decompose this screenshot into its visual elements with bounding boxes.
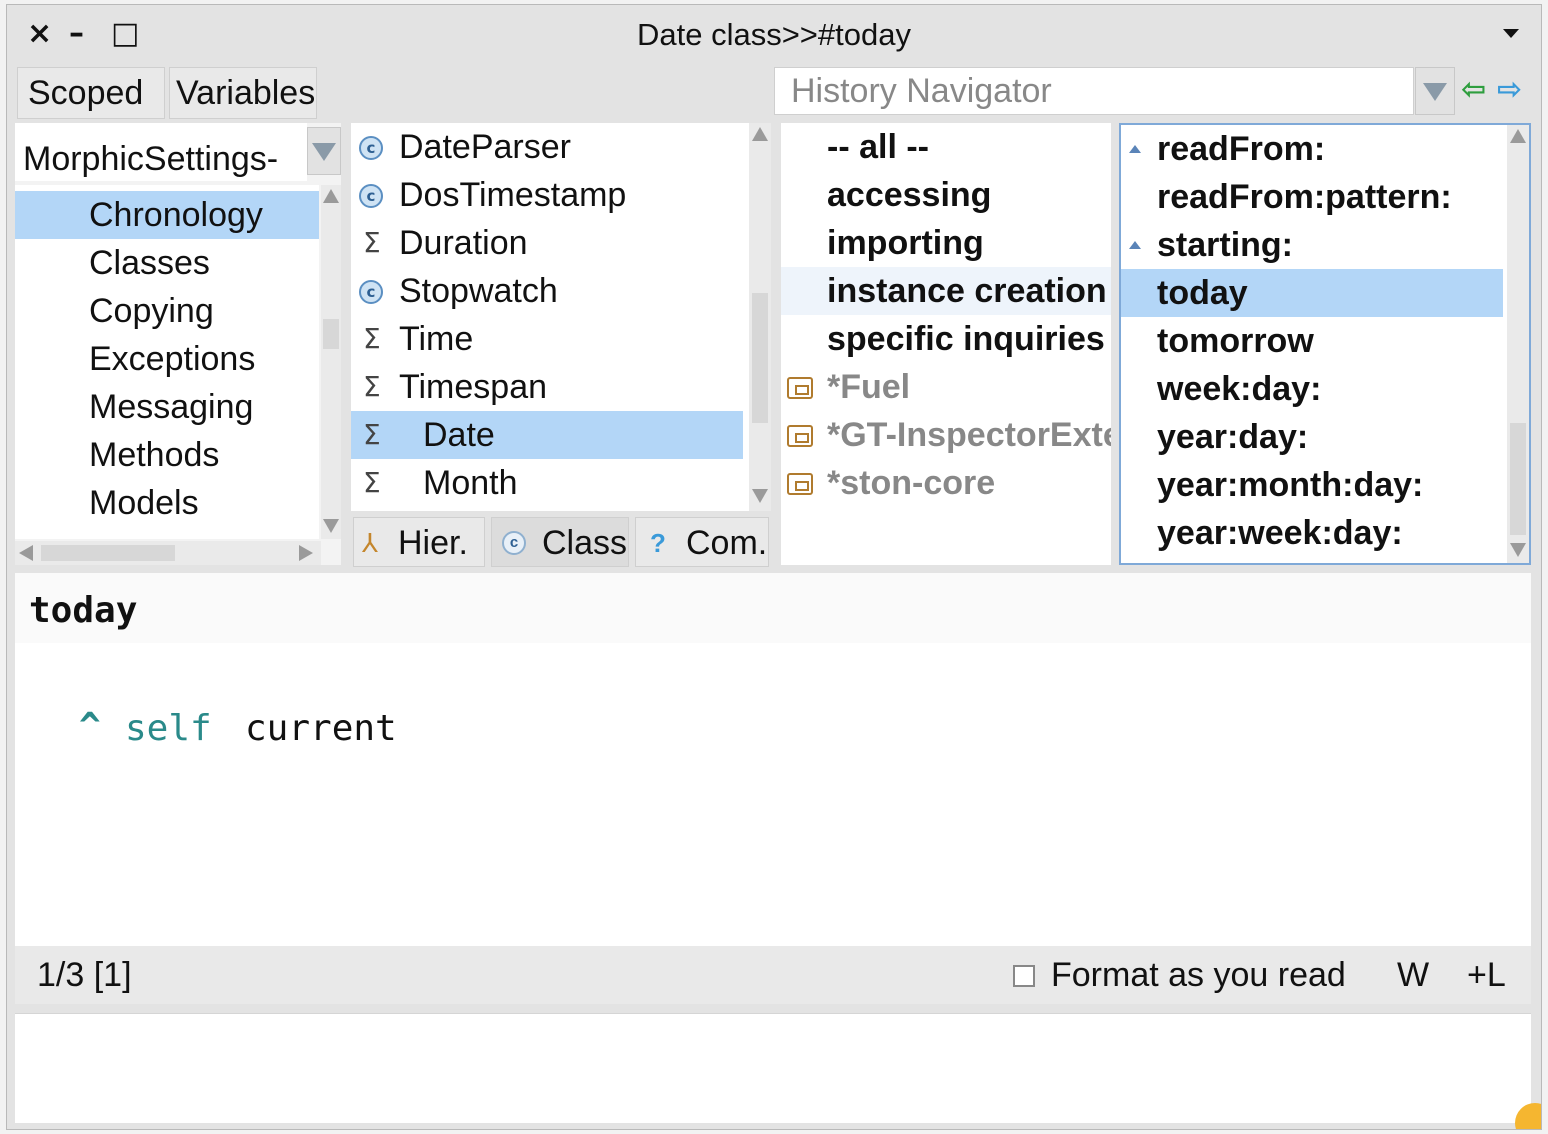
list-item[interactable]: tomorrow — [1121, 317, 1529, 365]
bottom-panel — [15, 1013, 1531, 1123]
list-item[interactable]: Σ Month — [351, 459, 771, 507]
list-item[interactable]: c DosTimestamp — [351, 171, 771, 219]
list-item[interactable]: c Stopwatch — [351, 267, 771, 315]
list-item[interactable]: accessing — [781, 171, 1111, 219]
method-pane: readFrom: readFrom:pattern: starting: to… — [1119, 123, 1531, 565]
package-horizontal-scrollbar[interactable] — [15, 541, 321, 565]
class-icon: c — [359, 184, 383, 208]
scoped-button[interactable]: Scoped — [17, 67, 165, 119]
list-item[interactable]: -- all -- — [781, 123, 1111, 171]
sigma-icon: Σ — [363, 466, 381, 499]
sigma-icon: Σ — [363, 418, 381, 451]
list-item[interactable]: readFrom: — [1121, 125, 1529, 173]
wrap-toggle[interactable]: W — [1397, 946, 1429, 1004]
list-item[interactable]: Methods — [15, 431, 319, 479]
list-item[interactable]: year:day: — [1121, 413, 1529, 461]
list-item[interactable]: Σ Duration — [351, 219, 771, 267]
override-up-icon — [1129, 241, 1141, 249]
chevron-down-icon — [312, 143, 336, 161]
sigma-icon: Σ — [363, 226, 381, 259]
cursor-position: 1/3 [1] — [37, 956, 132, 994]
package-dropdown-button[interactable] — [307, 127, 341, 175]
method-header: today — [15, 573, 1531, 643]
window-menu-icon[interactable] — [1503, 29, 1519, 38]
package-list: Chronology Classes Copying Exceptions Me… — [15, 185, 319, 539]
package-icon — [787, 377, 813, 399]
list-item[interactable]: *GT-InspectorExte — [781, 411, 1111, 459]
class-vertical-scrollbar[interactable] — [749, 123, 771, 511]
list-item[interactable]: Σ Timespan — [351, 363, 771, 411]
line-numbers-toggle[interactable]: +L — [1467, 946, 1506, 1004]
tab-comment[interactable]: ? Com. — [635, 517, 769, 567]
class-icon: c — [502, 531, 526, 555]
package-icon — [787, 425, 813, 447]
override-up-icon — [1129, 145, 1141, 153]
status-bar: 1/3 [1] Format as you read W +L — [15, 946, 1531, 1004]
method-vertical-scrollbar[interactable] — [1507, 125, 1529, 563]
format-as-you-read-label: Format as you read — [1051, 956, 1346, 994]
class-icon: c — [359, 280, 383, 304]
format-as-you-read-checkbox[interactable] — [1013, 965, 1035, 987]
list-item[interactable]: Chronology — [15, 191, 319, 239]
question-icon: ? — [650, 528, 666, 558]
list-item[interactable]: Σ Date — [351, 411, 743, 459]
list-item[interactable]: starting: — [1121, 221, 1529, 269]
system-browser-window: × – □ Date class>>#today Scoped Variable… — [6, 4, 1542, 1130]
package-dropdown-value: MorphicSettings- — [23, 140, 279, 178]
back-arrow-icon[interactable]: ⇦ — [1461, 75, 1486, 105]
tab-class[interactable]: c Class — [491, 517, 629, 567]
list-item[interactable]: week:day: — [1121, 365, 1529, 413]
history-navigator-input[interactable]: History Navigator — [774, 67, 1414, 115]
variables-button[interactable]: Variables — [169, 67, 317, 119]
list-item[interactable]: Models — [15, 479, 319, 527]
list-item[interactable]: instance creation — [781, 267, 1111, 315]
window-title: Date class>>#today — [636, 17, 911, 52]
class-pane: c DateParser c DosTimestamp Σ Duration c Sto… — [351, 123, 771, 511]
tab-hierarchy[interactable]: ⅄ Hier. — [353, 517, 485, 567]
sigma-icon: Σ — [363, 322, 381, 355]
code-editor[interactable]: today ^ self current — [15, 573, 1531, 946]
package-icon — [787, 473, 813, 495]
list-item[interactable]: Messaging — [15, 383, 319, 431]
hierarchy-icon: ⅄ — [362, 528, 378, 558]
list-item[interactable]: specific inquiries — [781, 315, 1111, 363]
sigma-icon: Σ — [363, 370, 381, 403]
code-keyword: self — [125, 708, 212, 749]
list-item[interactable]: Σ Time — [351, 315, 771, 363]
title-bar: × – □ Date class>>#today — [7, 5, 1541, 63]
list-item[interactable]: readFrom:pattern: — [1121, 173, 1529, 221]
package-vertical-scrollbar[interactable] — [321, 185, 341, 539]
list-item[interactable]: year:month:day: — [1121, 461, 1529, 509]
list-item[interactable]: today — [1121, 269, 1503, 317]
chevron-down-icon — [1423, 83, 1447, 101]
list-item[interactable]: *ston-core — [781, 459, 1111, 507]
method-selector: today — [29, 590, 138, 631]
list-item[interactable]: *Fuel — [781, 363, 1111, 411]
list-item[interactable]: Classes — [15, 239, 319, 287]
list-item[interactable]: c DateParser — [351, 123, 771, 171]
list-item[interactable]: Copying — [15, 287, 319, 335]
list-item[interactable]: Exceptions — [15, 335, 319, 383]
return-caret: ^ — [79, 706, 101, 747]
forward-arrow-icon[interactable]: ⇨ — [1497, 75, 1522, 105]
package-pane: MorphicSettings- Chronology Classes Copy… — [15, 123, 341, 565]
list-item[interactable]: year:week:day: — [1121, 509, 1529, 557]
package-dropdown[interactable]: MorphicSettings- — [15, 123, 307, 181]
code-message: current — [245, 708, 397, 749]
list-item[interactable]: importing — [781, 219, 1111, 267]
class-icon: c — [359, 136, 383, 160]
protocol-pane: -- all -- accessing importing instance c… — [781, 123, 1111, 565]
history-dropdown-button[interactable] — [1415, 67, 1455, 115]
